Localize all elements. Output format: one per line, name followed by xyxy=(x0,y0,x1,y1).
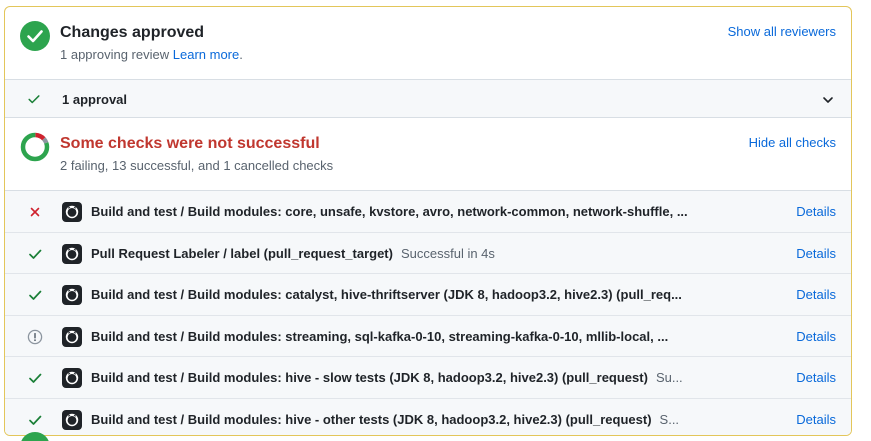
github-logo-icon xyxy=(62,326,82,347)
github-logo-icon xyxy=(62,285,82,305)
review-subtitle-period: . xyxy=(239,47,243,62)
x-icon xyxy=(30,207,40,217)
review-status-header: Changes approved 1 approving review Lear… xyxy=(5,7,851,79)
check-name: Build and test / Build modules: catalyst… xyxy=(91,287,781,302)
merge-status-panel: Changes approved 1 approving review Lear… xyxy=(4,6,852,436)
check-title: Build and test / Build modules: core, un… xyxy=(91,204,688,219)
check-description: Successful in 4s xyxy=(400,245,495,261)
chevron-down-icon[interactable] xyxy=(822,94,834,106)
check-row: Build and test / Build modules: core, un… xyxy=(5,191,851,233)
check-details-link[interactable]: Details xyxy=(796,204,836,219)
check-title: Build and test / Build modules: catalyst… xyxy=(91,287,682,302)
check-row: Build and test / Build modules: hive - s… xyxy=(5,357,851,399)
check-details-link[interactable]: Details xyxy=(796,246,836,261)
check-title: Build and test / Build modules: streamin… xyxy=(91,328,669,344)
check-details-link[interactable]: Details xyxy=(796,412,836,427)
github-logo-icon xyxy=(62,202,82,222)
approval-summary-row[interactable]: 1 approval xyxy=(5,79,851,118)
check-description: S... xyxy=(659,411,680,427)
check-icon xyxy=(29,373,42,383)
check-row: Build and test / Build modules: hive - o… xyxy=(5,398,851,435)
check-details-link[interactable]: Details xyxy=(796,329,836,344)
check-name: Build and test / Build modules: hive - s… xyxy=(91,370,781,385)
checks-status-header: Some checks were not successful 2 failin… xyxy=(5,118,851,190)
checks-progress-ring-icon xyxy=(20,132,50,162)
check-name: Build and test / Build modules: hive - o… xyxy=(91,412,781,427)
skip-circle-icon xyxy=(27,329,43,344)
review-subtitle: 1 approving review Learn more. xyxy=(60,47,243,62)
review-subtitle-text: 1 approving review xyxy=(60,47,170,62)
checks-subtitle: 2 failing, 13 successful, and 1 cancelle… xyxy=(60,158,334,173)
check-description: Su... xyxy=(655,370,683,385)
check-icon xyxy=(29,290,42,300)
show-all-reviewers-link[interactable]: Show all reviewers xyxy=(728,24,836,39)
check-icon xyxy=(29,249,42,259)
check-row: Build and test / Build modules: streamin… xyxy=(5,315,851,357)
check-row: Build and test / Build modules: catalyst… xyxy=(5,274,851,316)
hide-all-checks-link[interactable]: Hide all checks xyxy=(749,135,836,150)
learn-more-link[interactable]: Learn more xyxy=(173,47,239,62)
check-icon xyxy=(28,95,40,104)
check-name: Build and test / Build modules: streamin… xyxy=(91,329,781,344)
check-title: Build and test / Build modules: hive - s… xyxy=(91,370,648,385)
check-title: Pull Request Labeler / label (pull_reque… xyxy=(91,245,393,261)
github-logo-icon xyxy=(62,368,82,388)
next-section-check-circle-icon xyxy=(21,432,49,441)
check-icon xyxy=(29,415,42,425)
approved-check-circle-icon xyxy=(20,21,50,51)
check-name: Pull Request Labeler / label (pull_reque… xyxy=(91,246,781,261)
github-logo-icon xyxy=(62,243,82,264)
checks-title: Some checks were not successful xyxy=(60,135,320,152)
check-title: Build and test / Build modules: hive - o… xyxy=(91,411,652,427)
github-logo-icon xyxy=(62,409,82,430)
approval-count-label: 1 approval xyxy=(62,92,128,107)
review-title: Changes approved xyxy=(60,24,205,41)
check-details-link[interactable]: Details xyxy=(796,287,836,302)
check-name: Build and test / Build modules: core, un… xyxy=(91,204,781,219)
checks-list: Build and test / Build modules: core, un… xyxy=(5,190,851,435)
check-row: Pull Request Labeler / label (pull_reque… xyxy=(5,232,851,274)
check-details-link[interactable]: Details xyxy=(796,370,836,385)
